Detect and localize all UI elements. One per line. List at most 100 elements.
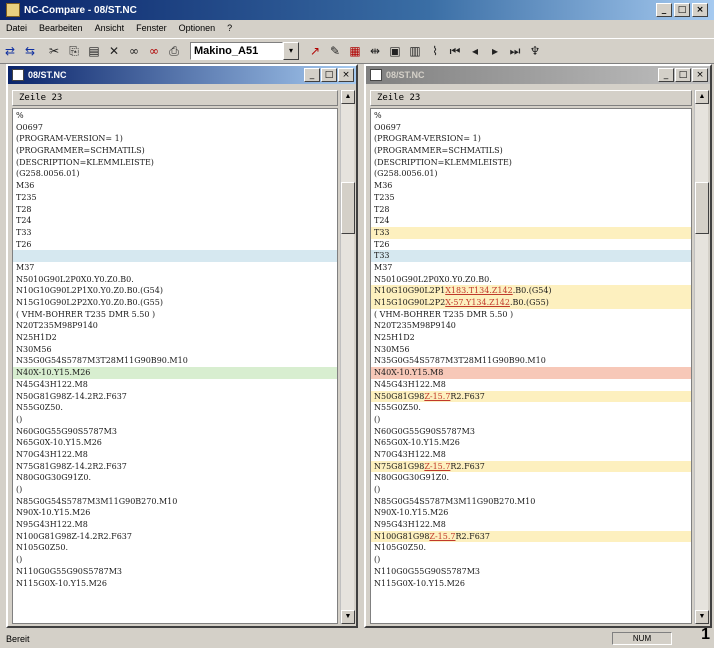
scroll-thumb[interactable] [341,182,355,234]
code-line[interactable]: T28 [13,204,337,216]
code-line[interactable]: T24 [13,215,337,227]
right-code-view[interactable]: % O0697 (PROGRAM-VERSION= 1) (PROGRAMMER=SC… [370,108,692,624]
code-line[interactable]: () [13,554,337,566]
code-line[interactable]: N105G0Z50. [13,542,337,554]
code-line[interactable]: M37 [13,262,337,274]
code-line[interactable]: M36 [371,180,691,192]
code-line[interactable]: (PROGRAMMER=SCHMATILS) [13,145,337,157]
arrow-split-icon[interactable]: ⇹ [365,42,385,60]
maximize-button[interactable]: □ [674,3,690,17]
code-line[interactable]: N115G0X-10.Y15.M26 [13,578,337,590]
code-line[interactable]: N95G43H122.M8 [371,519,691,531]
code-line[interactable]: N110G0G55G90S5787M3 [371,566,691,578]
code-line[interactable]: N10G10G90L2P1X0.Y0.Z0.B0.(G54) [13,285,337,297]
code-line[interactable]: N70G43H122.M8 [13,449,337,461]
first-icon[interactable]: ⏮ [445,42,465,60]
code-line[interactable]: (PROGRAMMER=SCHMATILS) [371,145,691,157]
left-close-button[interactable]: × [338,68,354,82]
code-line[interactable]: N10G10G90L2P1X183.T134.Z142.B0.(G54) [371,285,691,297]
left-vertical-scrollbar[interactable]: ▲ ▼ [340,90,355,624]
code-line[interactable]: ( VHM-BOHRER T235 DMR 5.50 ) [371,309,691,321]
table2-icon[interactable]: ▥ [405,42,425,60]
prev-icon[interactable]: ◂ [465,42,485,60]
code-line[interactable]: N5010G90L2P0X0.Y0.Z0.B0. [371,274,691,286]
paste-icon[interactable]: ▤ [84,42,104,60]
code-line[interactable]: N45G43H122.M8 [371,379,691,391]
code-line[interactable]: N70G43H122.M8 [371,449,691,461]
code-line[interactable]: (G258.0056.01) [371,168,691,180]
machine-select[interactable]: Makino_A51 [190,42,283,60]
left-minimize-button[interactable]: _ [304,68,320,82]
code-line[interactable]: N15G10G90L2P2X0.Y0.Z0.B0.(G55) [13,297,337,309]
code-line[interactable]: N85G0G54S5787M3M11G90B270.M10 [13,496,337,508]
pin-icon[interactable]: ♆ [525,42,545,60]
code-line[interactable]: T26 [371,239,691,251]
code-line[interactable]: () [13,484,337,496]
code-line[interactable]: N35G0G54S5787M3T28M11G90B90.M10 [13,355,337,367]
print-icon[interactable]: ⎙ [164,42,184,60]
code-line[interactable]: O0697 [371,122,691,134]
code-line[interactable]: N25H1D2 [371,332,691,344]
code-line[interactable]: (PROGRAM-VERSION= 1) [371,133,691,145]
pen2-icon[interactable]: ✎ [325,42,345,60]
scroll-up-icon[interactable]: ▲ [695,90,709,104]
code-line[interactable]: T28 [371,204,691,216]
scroll-down-icon[interactable]: ▼ [341,610,355,624]
scroll-thumb[interactable] [695,182,709,234]
code-line[interactable]: N95G43H122.M8 [13,519,337,531]
code-line[interactable]: N100G81G98Z-15.7R2.F637 [371,530,691,543]
right-vertical-scrollbar[interactable]: ▲ ▼ [694,90,709,624]
code-line[interactable]: M36 [13,180,337,192]
menu-ansicht[interactable]: Ansicht [89,23,131,33]
code-line[interactable]: () [371,484,691,496]
code-line[interactable]: N20T235M98P9140 [371,320,691,332]
pen-icon[interactable]: ↗ [305,42,325,60]
cut-icon[interactable]: ✂ [44,42,64,60]
menu-datei[interactable]: Datei [0,23,33,33]
code-line[interactable]: N80G0G30G91Z0. [371,472,691,484]
code-line[interactable]: T235 [13,192,337,204]
compare2-icon[interactable]: ⇆ [20,42,40,60]
code-line[interactable]: N90X-10.Y15.M26 [13,507,337,519]
code-line[interactable]: N50G81G98Z-14.2R2.F637 [13,391,337,403]
code-line[interactable]: N5010G90L2P0X0.Y0.Z0.B0. [13,274,337,286]
code-line[interactable]: N100G81G98Z-14.2R2.F637 [13,531,337,543]
left-code-view[interactable]: % O0697 (PROGRAM-VERSION= 1) (PROGRAMMER=SC… [12,108,338,624]
code-line[interactable]: N30M56 [371,344,691,356]
code-line[interactable]: M37 [371,262,691,274]
code-line[interactable]: N45G43H122.M8 [13,379,337,391]
code-line[interactable]: N15G10G90L2P2X-57.Y134.Z142.B0.(G55) [371,297,691,309]
code-line[interactable]: N115G0X-10.Y15.M26 [371,578,691,590]
code-line[interactable]: N35G0G54S5787M3T28M11G90B90.M10 [371,355,691,367]
code-line[interactable]: (PROGRAM-VERSION= 1) [13,133,337,145]
minimize-button[interactable]: _ [656,3,672,17]
left-maximize-button[interactable]: □ [321,68,337,82]
code-line[interactable]: N85G0G54S5787M3M11G90B270.M10 [371,496,691,508]
menu-bearbeiten[interactable]: Bearbeiten [33,23,89,33]
code-line[interactable]: (DESCRIPTION=KLEMMLEISTE) [371,157,691,169]
right-maximize-button[interactable]: □ [675,68,691,82]
code-line[interactable]: (DESCRIPTION=KLEMMLEISTE) [13,157,337,169]
code-line[interactable]: () [13,414,337,426]
copy-icon[interactable]: ⎘ [64,42,84,60]
code-line[interactable] [13,250,337,262]
code-line[interactable]: O0697 [13,122,337,134]
last-icon[interactable]: ⏭ [505,42,525,60]
code-line[interactable]: N60G0G55G90S5787M3 [13,426,337,438]
code-line[interactable]: N20T235M98P9140 [13,320,337,332]
table-icon[interactable]: ▣ [385,42,405,60]
chevron-down-icon[interactable]: ▾ [283,42,299,60]
close-button[interactable]: × [692,3,708,17]
right-minimize-button[interactable]: _ [658,68,674,82]
code-line[interactable]: T33 [13,227,337,239]
code-line[interactable]: N40X-10.Y15.M8 [371,367,691,379]
right-close-button[interactable]: × [692,68,708,82]
code-line[interactable]: N110G0G55G90S5787M3 [13,566,337,578]
scroll-up-icon[interactable]: ▲ [341,90,355,104]
code-line[interactable]: N65G0X-10.Y15.M26 [13,437,337,449]
code-line[interactable]: N105G0Z50. [371,542,691,554]
binoculars-next-icon[interactable]: ∞ [144,42,164,60]
code-line[interactable]: ( VHM-BOHRER T235 DMR 5.50 ) [13,309,337,321]
code-line[interactable]: T235 [371,192,691,204]
code-line[interactable]: N60G0G55G90S5787M3 [371,426,691,438]
